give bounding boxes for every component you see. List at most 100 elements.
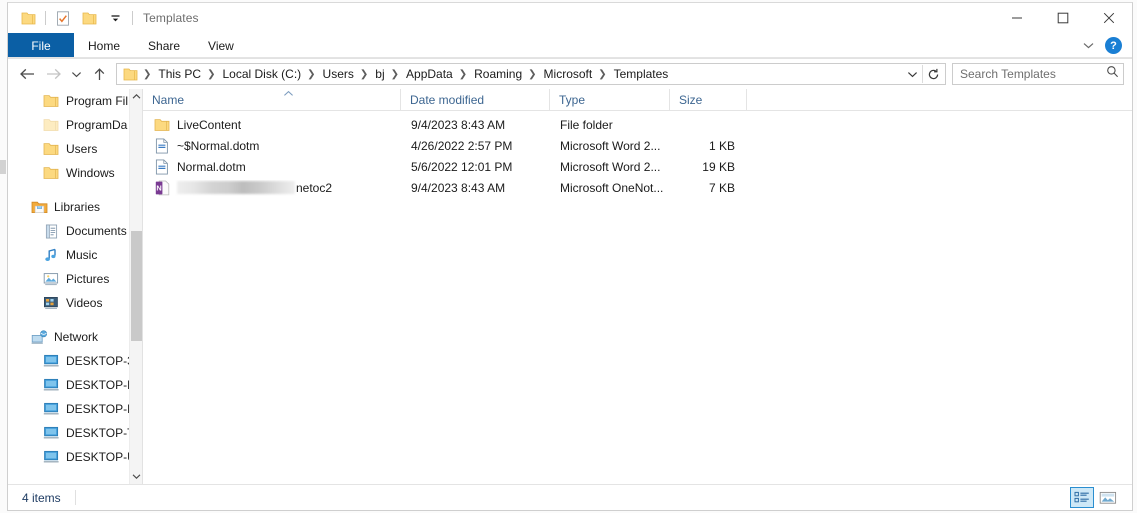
sidebar-item-programdata[interactable]: ProgramDa — [8, 113, 129, 137]
table-row[interactable]: Normal.dotm 5/6/2022 12:01 PM Microsoft … — [143, 156, 1132, 177]
quick-access-toolbar — [15, 6, 137, 30]
scrollbar-thumb[interactable] — [131, 231, 142, 341]
sidebar-item-label: DESKTOP-TQ — [66, 426, 129, 440]
folder-icon[interactable] — [15, 6, 41, 30]
file-size-cell: 7 KB — [708, 180, 735, 195]
window-controls — [994, 3, 1132, 33]
column-header-label: Name — [152, 92, 185, 107]
search-icon[interactable] — [1106, 65, 1119, 83]
tab-view[interactable]: View — [194, 33, 248, 58]
file-name-label: LiveContent — [177, 117, 242, 132]
table-row[interactable]: ~$Normal.dotm 4/26/2022 2:57 PM Microsof… — [143, 135, 1132, 156]
computer-icon — [42, 352, 60, 370]
close-button[interactable] — [1086, 3, 1132, 33]
details-view-icon[interactable] — [1070, 487, 1094, 508]
sidebar-item-desktop-tq[interactable]: DESKTOP-TQ — [8, 421, 129, 445]
explorer-body: Program Fil ProgramDa Users Windows Libr… — [8, 89, 1132, 484]
minimize-button[interactable] — [994, 3, 1040, 33]
file-name-cell[interactable]: Normal.dotm — [143, 158, 401, 175]
tab-file[interactable]: File — [8, 33, 74, 58]
title-bar: Templates — [8, 3, 1132, 33]
recent-locations-button[interactable] — [66, 62, 86, 86]
properties-icon[interactable] — [50, 6, 76, 30]
ribbon-right-controls: ? — [1082, 33, 1132, 58]
column-header-label: Type — [559, 92, 586, 107]
sidebar-item-desktop-3li[interactable]: DESKTOP-3LI — [8, 349, 129, 373]
breadcrumb-item-bj[interactable]: bj — [372, 67, 387, 81]
sidebar-item-desktop-kfi[interactable]: DESKTOP-KFI — [8, 373, 129, 397]
help-button[interactable]: ? — [1105, 37, 1122, 54]
new-folder-icon[interactable] — [76, 6, 102, 30]
breadcrumb-item-appdata[interactable]: AppData — [403, 67, 456, 81]
chevron-up-icon[interactable] — [130, 89, 142, 104]
up-button[interactable] — [86, 62, 112, 86]
breadcrumb-separator: ❯ — [458, 68, 468, 80]
file-name-cell[interactable]: N netoc2 — [143, 180, 401, 196]
sidebar-item-network[interactable]: Network — [8, 325, 129, 349]
chevron-down-icon[interactable] — [902, 64, 922, 84]
chevron-down-icon[interactable] — [1082, 37, 1095, 55]
music-icon — [42, 246, 60, 264]
column-headers: Name Date modified Type Size — [143, 89, 1132, 111]
breadcrumb-item-templates[interactable]: Templates — [611, 67, 672, 81]
toolbar-separator-1 — [45, 11, 46, 25]
maximize-button[interactable] — [1040, 3, 1086, 33]
word-template-icon — [154, 158, 170, 175]
column-header-size[interactable]: Size — [670, 89, 747, 110]
breadcrumb-item-microsoft[interactable]: Microsoft — [541, 67, 596, 81]
table-row[interactable]: LiveContent 9/4/2023 8:43 AM File folder — [143, 114, 1132, 135]
view-mode-buttons — [1070, 487, 1132, 508]
sidebar-item-music[interactable]: Music — [8, 243, 129, 267]
sidebar-item-pictures[interactable]: Pictures — [8, 267, 129, 291]
computer-icon — [42, 424, 60, 442]
breadcrumb-separator: ❯ — [207, 68, 216, 80]
back-button[interactable] — [14, 62, 40, 86]
breadcrumb-separator: ❯ — [359, 68, 369, 80]
breadcrumb-item-local-disk[interactable]: Local Disk (C:) — [219, 67, 304, 81]
tab-share[interactable]: Share — [134, 33, 194, 58]
refresh-icon[interactable] — [923, 64, 943, 84]
file-explorer-window: Templates File Home Share View ? ❯ This … — [7, 2, 1133, 511]
breadcrumb-item-roaming[interactable]: Roaming — [471, 67, 525, 81]
column-header-date-modified[interactable]: Date modified — [401, 89, 550, 110]
file-name-cell[interactable]: LiveContent — [143, 117, 401, 133]
pictures-icon — [42, 270, 60, 288]
breadcrumb-separator: ❯ — [598, 68, 607, 80]
chevron-down-icon[interactable] — [102, 6, 128, 30]
sidebar-item-libraries[interactable]: Libraries — [8, 195, 129, 219]
sidebar-item-users[interactable]: Users — [8, 137, 129, 161]
column-header-type[interactable]: Type — [550, 89, 670, 110]
file-list-pane: Name Date modified Type Size LiveContent… — [143, 89, 1132, 484]
address-bar[interactable]: ❯ This PC ❯ Local Disk (C:) ❯ Users ❯ bj… — [116, 63, 946, 85]
redacted-filename — [177, 181, 295, 194]
navigation-scrollbar[interactable] — [129, 89, 142, 484]
sidebar-item-label: Documents — [66, 224, 127, 238]
breadcrumb-separator: ❯ — [390, 68, 400, 80]
tab-home[interactable]: Home — [74, 33, 134, 58]
network-icon — [30, 328, 48, 346]
search-box[interactable]: Search Templates — [952, 63, 1124, 85]
sidebar-item-desktop-ui6[interactable]: DESKTOP-UI6 — [8, 445, 129, 469]
sidebar-item-documents[interactable]: Documents — [8, 219, 129, 243]
file-name-cell[interactable]: ~$Normal.dotm — [143, 137, 401, 154]
sidebar-item-desktop-kn[interactable]: DESKTOP-KN — [8, 397, 129, 421]
folder-hidden-icon — [42, 116, 60, 134]
chevron-down-icon[interactable] — [130, 469, 142, 484]
search-input[interactable]: Search Templates — [960, 67, 1106, 81]
status-separator — [74, 490, 76, 505]
large-icons-view-icon[interactable] — [1096, 487, 1120, 508]
sidebar-item-windows[interactable]: Windows — [8, 161, 129, 185]
sidebar-item-program-files[interactable]: Program Fil — [8, 89, 129, 113]
status-bar: 4 items — [8, 484, 1132, 510]
column-header-name[interactable]: Name — [143, 89, 401, 110]
breadcrumb-item-this-pc[interactable]: This PC — [155, 67, 204, 81]
sidebar-item-label: Pictures — [66, 272, 110, 286]
breadcrumb-item-users[interactable]: Users — [320, 67, 357, 81]
table-row[interactable]: N netoc2 9/4/2023 8:43 AM Microsoft OneN… — [143, 177, 1132, 198]
sidebar-item-label: Music — [66, 248, 98, 262]
address-bar-row: ❯ This PC ❯ Local Disk (C:) ❯ Users ❯ bj… — [8, 59, 1132, 89]
sidebar-item-videos[interactable]: Videos — [8, 291, 129, 315]
folder-icon — [154, 117, 170, 133]
address-bar-tools — [902, 64, 945, 84]
